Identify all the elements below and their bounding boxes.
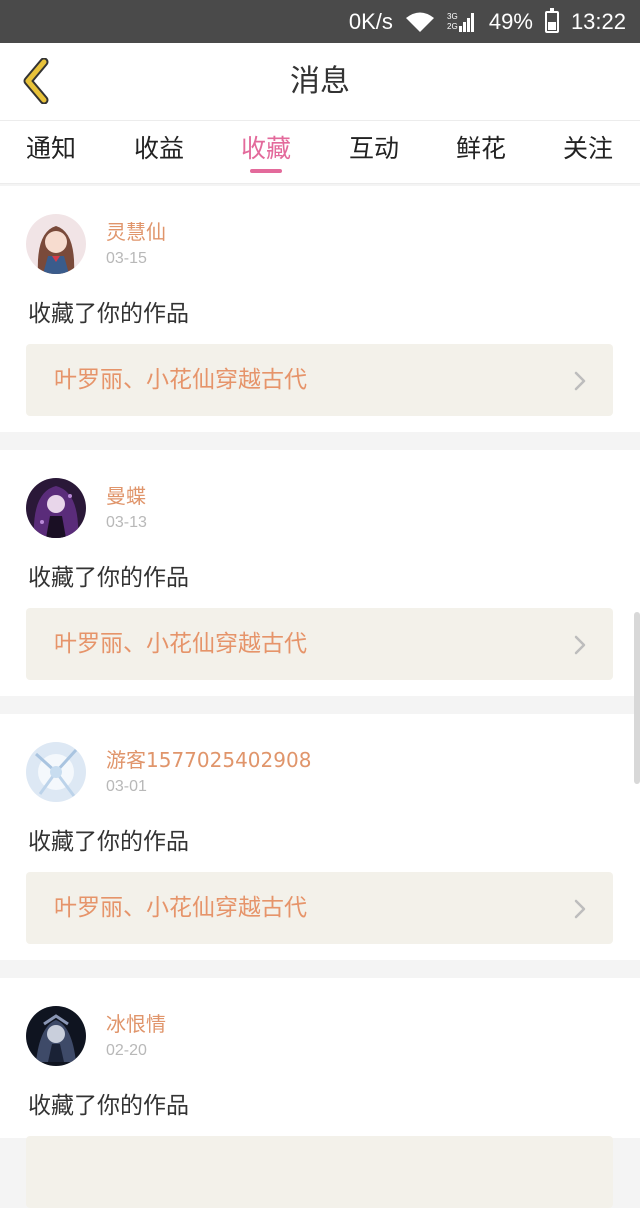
avatar[interactable]: [26, 1006, 86, 1066]
avatar[interactable]: [26, 478, 86, 538]
tab-favorites[interactable]: 收藏: [221, 121, 311, 183]
tab-label: 通知: [25, 134, 76, 163]
work-link[interactable]: 叶罗丽、小花仙穿越古代: [26, 344, 613, 416]
avatar[interactable]: [26, 742, 86, 802]
message-card: 灵慧仙 03-15 收藏了你的作品 叶罗丽、小花仙穿越古代: [0, 186, 640, 432]
username[interactable]: 曼蝶: [106, 480, 146, 509]
tab-label: 收益: [133, 134, 184, 163]
tab-notifications[interactable]: 通知: [6, 121, 96, 183]
username[interactable]: 游客1577025402908: [106, 744, 311, 773]
page-title: 消息: [290, 64, 350, 99]
username[interactable]: 冰恨情: [106, 1008, 166, 1037]
svg-text:2G: 2G: [447, 22, 458, 31]
chevron-right-icon: [574, 635, 586, 655]
message-date: 02-20: [106, 1042, 147, 1059]
header-bar: 消息: [0, 43, 640, 120]
message-date: 03-15: [106, 250, 147, 267]
cellular-signal-icon: 3G 2G: [447, 10, 477, 34]
clock: 13:22: [570, 8, 626, 34]
message-text: 收藏了你的作品: [28, 301, 189, 327]
scrollbar[interactable]: [634, 612, 640, 784]
avatar[interactable]: [26, 214, 86, 274]
message-text: 收藏了你的作品: [28, 829, 189, 855]
tab-label: 关注: [562, 134, 613, 163]
tab-flowers[interactable]: 鲜花: [436, 121, 526, 183]
battery-icon: [544, 7, 559, 33]
chevron-right-icon: [574, 899, 586, 919]
wifi-icon: [405, 11, 435, 33]
message-card: 冰恨情 02-20 收藏了你的作品: [0, 978, 640, 1208]
message-card: 曼蝶 03-13 收藏了你的作品 叶罗丽、小花仙穿越古代: [0, 450, 640, 696]
work-link[interactable]: 叶罗丽、小花仙穿越古代: [26, 608, 613, 680]
message-text: 收藏了你的作品: [28, 1093, 189, 1119]
tab-label: 收藏: [240, 134, 291, 163]
message-date: 03-13: [106, 514, 147, 531]
work-title: 叶罗丽、小花仙穿越古代: [54, 895, 307, 921]
work-link[interactable]: 叶罗丽、小花仙穿越古代: [26, 872, 613, 944]
tab-following[interactable]: 关注: [543, 121, 633, 183]
battery-percent: 49%: [488, 8, 533, 34]
active-tab-indicator: [250, 169, 282, 173]
tab-interactions[interactable]: 互动: [329, 121, 419, 183]
tab-earnings[interactable]: 收益: [114, 121, 204, 183]
svg-text:3G: 3G: [447, 12, 458, 21]
status-bar: 0K/s 3G 2G 49% 13:22: [0, 0, 640, 43]
work-link[interactable]: [26, 1136, 613, 1208]
work-title: 叶罗丽、小花仙穿越古代: [54, 367, 307, 393]
username[interactable]: 灵慧仙: [106, 216, 166, 245]
chevron-right-icon: [574, 371, 586, 391]
message-date: 03-01: [106, 778, 147, 795]
tab-bar: 通知 收益 收藏 互动 鲜花 关注: [0, 120, 640, 184]
network-speed: 0K/s: [348, 8, 393, 34]
message-text: 收藏了你的作品: [28, 565, 189, 591]
tab-label: 鲜花: [455, 134, 506, 163]
message-card: 游客1577025402908 03-01 收藏了你的作品 叶罗丽、小花仙穿越古…: [0, 714, 640, 960]
work-title: 叶罗丽、小花仙穿越古代: [54, 631, 307, 657]
tab-label: 互动: [348, 134, 399, 163]
